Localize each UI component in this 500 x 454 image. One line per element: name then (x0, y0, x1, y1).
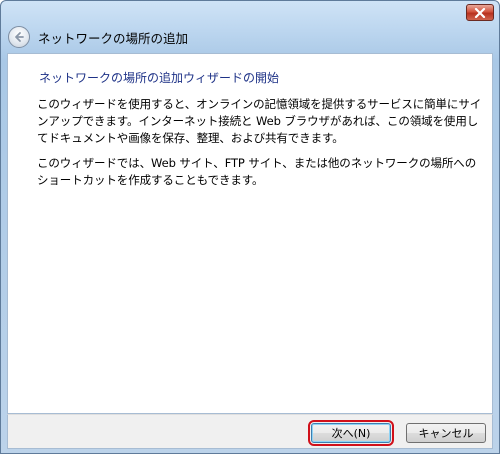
wizard-header: ネットワークの場所の追加 (7, 23, 493, 51)
main-instruction: ネットワークの場所の追加ウィザードの開始 (39, 71, 280, 85)
description-paragraph-2: このウィザードでは、Web サイト、FTP サイト、または他のネットワークの場所… (37, 156, 477, 187)
button-bar: 次へ(N) キャンセル (7, 414, 493, 449)
close-button[interactable] (466, 4, 494, 21)
next-button[interactable]: 次へ(N) (308, 420, 394, 446)
close-x-icon (474, 7, 486, 18)
description-paragraph-1: このウィザードを使用すると、オンラインの記憶領域を提供するサービスに簡単にサイン… (37, 97, 482, 145)
content-area: ネットワークの場所の追加ウィザードの開始 このウィザードを使用すると、オンライン… (7, 53, 493, 414)
back-arrow-icon (15, 32, 24, 42)
wizard-window: ネットワークの場所の追加 ネットワークの場所の追加ウィザードの開始 このウィザー… (0, 0, 500, 454)
back-button[interactable] (8, 26, 30, 48)
window-title: ネットワークの場所の追加 (38, 30, 189, 46)
title-bar[interactable] (1, 1, 499, 21)
cancel-button[interactable]: キャンセル (406, 423, 486, 443)
